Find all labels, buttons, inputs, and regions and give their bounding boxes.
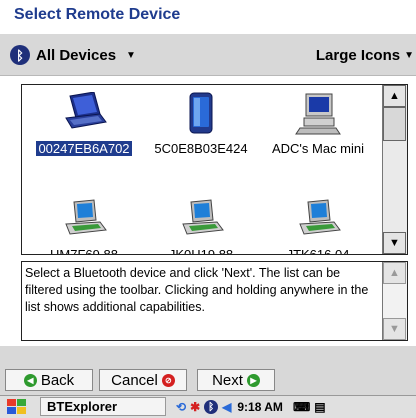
device-filter-label: All Devices — [36, 46, 117, 64]
device-grid: 00247EB6A702 5C0E8B03E424 ADC's Mac mini — [22, 85, 382, 254]
device-label: 00247EB6A702 — [35, 140, 133, 157]
taskbar-app-label: BTExplorer — [47, 399, 118, 414]
filter-toolbar: ᛒ All Devices ▼ Large Icons ▼ — [0, 35, 416, 76]
scroll-up-button[interactable]: ▲ — [383, 262, 406, 284]
view-mode-dropdown[interactable]: Large Icons ▼ — [316, 43, 414, 67]
device-list-scrollbar[interactable]: ▲ ▼ — [382, 85, 407, 254]
wizard-button-bar: ◀ Back Cancel ⊘ Next ▶ — [0, 346, 416, 396]
scroll-down-button[interactable]: ▼ — [383, 318, 406, 340]
next-button[interactable]: Next ▶ — [197, 369, 275, 391]
system-tray: ⟲ ✱ ᛒ ◀ 9:18 AM ⌨ ▤ — [176, 398, 326, 416]
connection-icon[interactable]: ✱ — [190, 400, 200, 414]
sync-icon[interactable]: ⟲ — [176, 400, 186, 414]
device-item[interactable]: ADC's Mac mini — [260, 89, 376, 169]
window-switch-icon[interactable]: ▤ — [314, 400, 325, 414]
back-button[interactable]: ◀ Back — [5, 369, 93, 391]
bluetooth-icon[interactable]: ᛒ — [204, 400, 219, 414]
help-text-scrollbar[interactable]: ▲ ▼ — [382, 262, 407, 340]
device-item[interactable]: JTK616.04 — [260, 195, 376, 255]
chevron-down-icon: ▼ — [126, 49, 136, 61]
cancel-button[interactable]: Cancel ⊘ — [99, 369, 187, 391]
clock[interactable]: 9:18 AM — [237, 400, 283, 414]
help-text-box: Select a Bluetooth device and click 'Nex… — [21, 261, 408, 341]
device-label: ADC's Mac mini — [271, 141, 365, 156]
device-label: 5C0E8B03E424 — [154, 141, 248, 156]
keyboard-icon[interactable]: ⌨ — [293, 400, 310, 414]
device-item[interactable]: 00247EB6A702 — [26, 89, 142, 169]
desktop-computer-icon — [295, 93, 341, 135]
taskbar-app-button[interactable]: BTExplorer — [40, 397, 166, 416]
volume-icon[interactable]: ◀ — [222, 400, 231, 414]
cancel-button-label: Cancel — [111, 371, 158, 389]
laptop-icon — [65, 92, 107, 129]
scroll-up-button[interactable]: ▲ — [383, 85, 406, 107]
phone-icon — [189, 92, 213, 134]
taskbar: BTExplorer ⟲ ✱ ᛒ ◀ 9:18 AM ⌨ ▤ — [0, 395, 416, 418]
device-list[interactable]: 00247EB6A702 5C0E8B03E424 ADC's Mac mini — [21, 84, 408, 255]
cancel-icon: ⊘ — [161, 373, 175, 387]
back-arrow-icon: ◀ — [23, 373, 37, 387]
device-label: HM7F69.88 — [50, 247, 118, 255]
title-bar: Select Remote Device — [0, 0, 416, 35]
device-filter-dropdown[interactable]: ᛒ All Devices ▼ — [10, 43, 136, 67]
next-button-label: Next — [212, 371, 243, 389]
scroll-down-button[interactable]: ▼ — [383, 232, 406, 254]
help-text: Select a Bluetooth device and click 'Nex… — [25, 266, 369, 314]
computer-icon — [299, 199, 341, 235]
back-button-label: Back — [40, 371, 75, 389]
bluetooth-icon: ᛒ — [10, 45, 30, 65]
window-title: Select Remote Device — [14, 6, 181, 23]
device-item[interactable]: JK0H19.88 — [143, 195, 259, 255]
device-label: JTK616.04 — [286, 247, 350, 255]
device-item[interactable]: HM7F69.88 — [26, 195, 142, 255]
device-label: JK0H19.88 — [168, 247, 234, 255]
windows-start-icon[interactable] — [6, 398, 28, 416]
computer-icon — [65, 199, 107, 235]
device-item[interactable]: 5C0E8B03E424 — [143, 89, 259, 169]
view-mode-label: Large Icons — [315, 46, 401, 64]
computer-icon — [182, 199, 224, 235]
next-arrow-icon: ▶ — [246, 373, 260, 387]
scroll-thumb[interactable] — [383, 107, 406, 141]
chevron-down-icon: ▼ — [404, 49, 414, 61]
